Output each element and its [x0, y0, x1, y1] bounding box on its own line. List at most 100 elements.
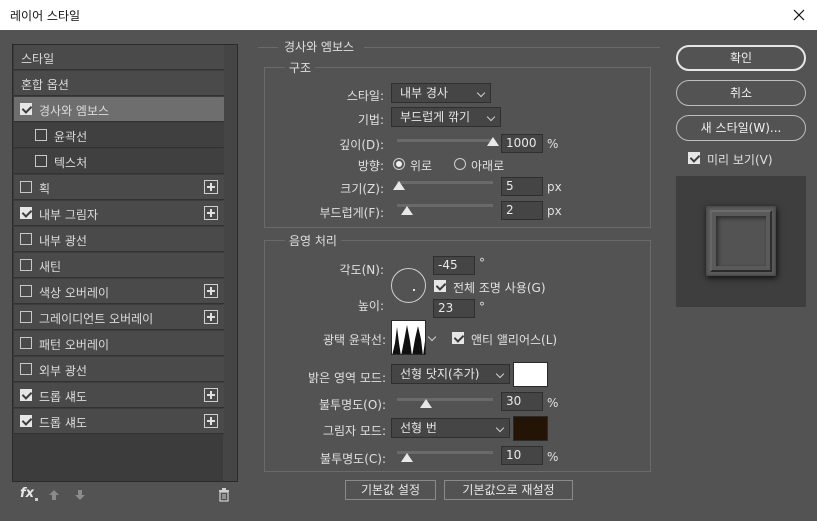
depth-slider-track[interactable]: [397, 139, 493, 142]
shadow-mode-dropdown[interactable]: 선형 번: [391, 418, 510, 438]
soften-slider-thumb[interactable]: [400, 206, 413, 215]
move-down-icon[interactable]: [74, 489, 86, 501]
highlight-opacity-input[interactable]: 30: [501, 392, 543, 411]
highlight-opacity-thumb[interactable]: [419, 399, 432, 408]
style-item-checkbox[interactable]: [35, 129, 47, 141]
preview-checkbox[interactable]: [688, 152, 700, 164]
technique-value: 부드럽게 깎기: [400, 110, 471, 124]
global-light-checkbox[interactable]: [434, 280, 446, 292]
shadow-opacity-thumb[interactable]: [400, 453, 413, 462]
trash-icon[interactable]: [218, 488, 230, 502]
shadow-mode-label: 그림자 모드:: [322, 424, 386, 438]
style-item-label: 획: [39, 182, 51, 196]
style-item-7[interactable]: 내부 광선: [14, 227, 224, 252]
style-dropdown[interactable]: 내부 경사: [391, 83, 491, 103]
add-effect-icon[interactable]: [204, 206, 218, 220]
style-item-checkbox[interactable]: [20, 337, 32, 349]
style-item-2[interactable]: 경사와 엠보스: [14, 97, 224, 122]
direction-down-radio[interactable]: [454, 158, 466, 170]
style-item-0[interactable]: 스타일: [14, 45, 224, 70]
style-item-label: 새틴: [39, 260, 62, 274]
add-effect-icon[interactable]: [204, 414, 218, 428]
altitude-input[interactable]: 23: [433, 299, 475, 318]
new-style-button[interactable]: 새 스타일(W)...: [676, 115, 806, 141]
style-item-checkbox[interactable]: [20, 181, 32, 193]
style-item-checkbox[interactable]: [20, 389, 32, 401]
style-item-label: 내부 광선: [39, 234, 87, 248]
highlight-opacity-track[interactable]: [397, 398, 493, 401]
style-item-4[interactable]: 텍스처: [14, 149, 224, 174]
style-item-11[interactable]: 패턴 오버레이: [14, 331, 224, 356]
style-item-checkbox[interactable]: [20, 311, 32, 323]
style-item-5[interactable]: 획: [14, 175, 224, 200]
size-label: 크기(Z):: [340, 182, 384, 196]
gloss-contour-preview[interactable]: [391, 320, 426, 355]
cancel-button[interactable]: 취소: [676, 80, 806, 106]
size-slider-thumb[interactable]: [392, 181, 405, 190]
style-item-8[interactable]: 새틴: [14, 253, 224, 278]
preview-swatch-outer: [706, 206, 776, 276]
style-item-10[interactable]: 그레이디언트 오버레이: [14, 305, 224, 330]
highlight-mode-label: 밝은 영역 모드:: [308, 371, 386, 385]
direction-down-label[interactable]: 아래로: [471, 157, 504, 174]
chevron-down-icon: [486, 112, 496, 122]
direction-label: 방향:: [357, 159, 384, 173]
style-item-checkbox[interactable]: [20, 207, 32, 219]
anti-alias-label[interactable]: 앤티 앨리어스(L): [471, 331, 557, 348]
move-up-icon[interactable]: [48, 489, 60, 501]
style-item-checkbox[interactable]: [35, 155, 47, 167]
global-light-label[interactable]: 전체 조명 사용(G): [453, 279, 546, 296]
direction-up-radio[interactable]: [393, 158, 405, 170]
structure-title: 구조: [285, 59, 316, 76]
style-item-9[interactable]: 색상 오버레이: [14, 279, 224, 304]
style-item-checkbox[interactable]: [20, 285, 32, 297]
close-button[interactable]: [781, 0, 817, 30]
style-item-checkbox[interactable]: [20, 415, 32, 427]
section-rule-left: [258, 47, 278, 48]
chevron-down-icon: [476, 88, 486, 98]
style-item-label: 혼합 옵션: [21, 78, 69, 92]
size-slider-track[interactable]: [397, 181, 493, 184]
add-effect-icon[interactable]: [204, 388, 218, 402]
depth-slider-thumb[interactable]: [487, 137, 499, 146]
shadow-opacity-unit: %: [547, 450, 559, 464]
reset-default-button[interactable]: 기본값으로 재설정: [444, 480, 573, 500]
size-input[interactable]: 5: [501, 177, 543, 196]
chevron-down-icon: [495, 369, 505, 379]
anti-alias-checkbox[interactable]: [452, 332, 464, 344]
scrollbar[interactable]: [223, 45, 237, 481]
add-effect-icon[interactable]: [204, 310, 218, 324]
style-item-checkbox[interactable]: [20, 103, 32, 115]
style-item-label: 외부 광선: [39, 364, 87, 378]
style-item-label: 윤곽선: [54, 130, 88, 144]
style-item-14[interactable]: 드롭 섀도: [14, 409, 224, 434]
fx-button[interactable]: fx: [20, 486, 34, 501]
preview-swatch-inner: [716, 216, 766, 266]
style-item-1[interactable]: 혼합 옵션: [14, 71, 224, 96]
technique-dropdown[interactable]: 부드럽게 깎기: [391, 107, 501, 127]
style-item-3[interactable]: 윤곽선: [14, 123, 224, 148]
style-item-checkbox[interactable]: [20, 259, 32, 271]
highlight-opacity-unit: %: [547, 396, 559, 410]
style-item-6[interactable]: 내부 그림자: [14, 201, 224, 226]
add-effect-icon[interactable]: [204, 180, 218, 194]
angle-dial[interactable]: [391, 268, 426, 303]
make-default-button[interactable]: 기본값 설정: [345, 480, 436, 500]
highlight-mode-dropdown[interactable]: 선형 닷지(추가): [391, 364, 510, 384]
shadow-color-swatch[interactable]: [513, 416, 548, 441]
soften-input[interactable]: 2: [501, 201, 543, 220]
depth-input[interactable]: 1000: [501, 134, 543, 153]
section-title: 경사와 엠보스: [284, 40, 355, 54]
preview-label[interactable]: 미리 보기(V): [707, 151, 773, 168]
angle-input[interactable]: -45: [433, 256, 475, 275]
style-item-checkbox[interactable]: [20, 363, 32, 375]
add-effect-icon[interactable]: [204, 284, 218, 298]
highlight-color-swatch[interactable]: [513, 362, 548, 387]
direction-up-label[interactable]: 위로: [410, 157, 432, 174]
style-item-12[interactable]: 외부 광선: [14, 357, 224, 382]
ok-button[interactable]: 확인: [676, 45, 806, 71]
style-item-13[interactable]: 드롭 섀도: [14, 383, 224, 408]
shading-title: 음영 처리: [285, 232, 341, 249]
style-item-checkbox[interactable]: [20, 233, 32, 245]
shadow-opacity-input[interactable]: 10: [501, 446, 543, 465]
